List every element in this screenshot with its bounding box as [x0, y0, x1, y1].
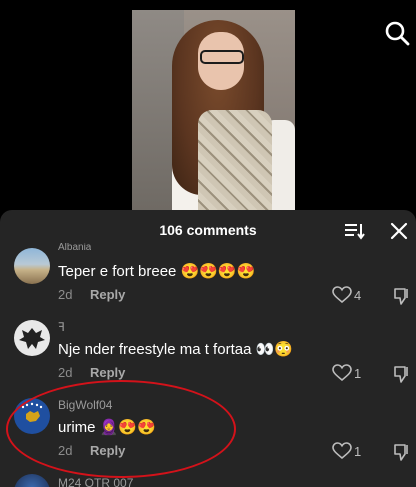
comment-username[interactable]: M24 OTR 007	[58, 476, 133, 487]
sort-icon[interactable]	[343, 220, 365, 242]
like-count: 1	[354, 366, 362, 381]
comment-text-body: Nje nder freestyle ma t fortaa	[58, 341, 252, 358]
comment-text: urime 🧕😍😍	[58, 418, 156, 436]
comment-username[interactable]: BigWolf04	[58, 398, 112, 412]
comment-emojis: 😍😍😍😍	[180, 263, 256, 280]
video-jacket	[198, 110, 272, 210]
heart-icon	[332, 286, 352, 304]
like-count: 1	[354, 444, 362, 459]
like-count: 4	[354, 288, 362, 303]
kosovo-flag-avatar[interactable]	[14, 398, 50, 434]
comment-emojis: 👀😳	[255, 341, 293, 358]
close-icon[interactable]	[388, 220, 410, 242]
comment-item: Albania Teper e fort breee 😍😍😍😍 2d Reply…	[0, 242, 416, 310]
comment-item: M24 OTR 007	[0, 472, 416, 487]
like-button[interactable]: 4	[332, 286, 372, 306]
video-thumbnail[interactable]	[132, 10, 295, 210]
comment-time: 2d	[58, 365, 73, 380]
comment-text-body: urime	[58, 419, 96, 436]
comment-username[interactable]: ꟻ	[58, 320, 65, 334]
video-glasses	[200, 50, 244, 64]
like-button[interactable]: 1	[332, 442, 372, 462]
comment-time: 2d	[58, 287, 73, 302]
comment-username[interactable]: Albania	[58, 243, 91, 252]
comment-emojis: 🧕😍😍	[99, 419, 156, 436]
dislike-icon[interactable]	[392, 364, 412, 384]
heart-icon	[332, 364, 352, 382]
landscape-avatar[interactable]	[14, 248, 50, 284]
reply-button[interactable]: Reply	[90, 443, 125, 458]
comment-text: Teper e fort breee 😍😍😍😍	[58, 262, 255, 280]
reply-button[interactable]: Reply	[90, 287, 125, 302]
like-button[interactable]: 1	[332, 364, 372, 384]
eagle-avatar[interactable]	[14, 320, 50, 356]
comments-sheet: 106 comments Albania Teper e fort breee …	[0, 210, 416, 487]
comment-time: 2d	[58, 443, 73, 458]
comment-text-body: Teper e fort breee	[58, 263, 177, 280]
dislike-icon[interactable]	[392, 442, 412, 462]
search-icon[interactable]	[384, 20, 410, 46]
globe-avatar[interactable]	[14, 474, 50, 487]
comment-text: Nje nder freestyle ma t fortaa 👀😳	[58, 340, 293, 358]
comment-item: BigWolf04 urime 🧕😍😍 2d Reply 1	[0, 394, 416, 466]
comment-item: ꟻ Nje nder freestyle ma t fortaa 👀😳 2d R…	[0, 316, 416, 388]
dislike-icon[interactable]	[392, 286, 412, 306]
heart-icon	[332, 442, 352, 460]
reply-button[interactable]: Reply	[90, 365, 125, 380]
video-area[interactable]	[0, 0, 416, 210]
